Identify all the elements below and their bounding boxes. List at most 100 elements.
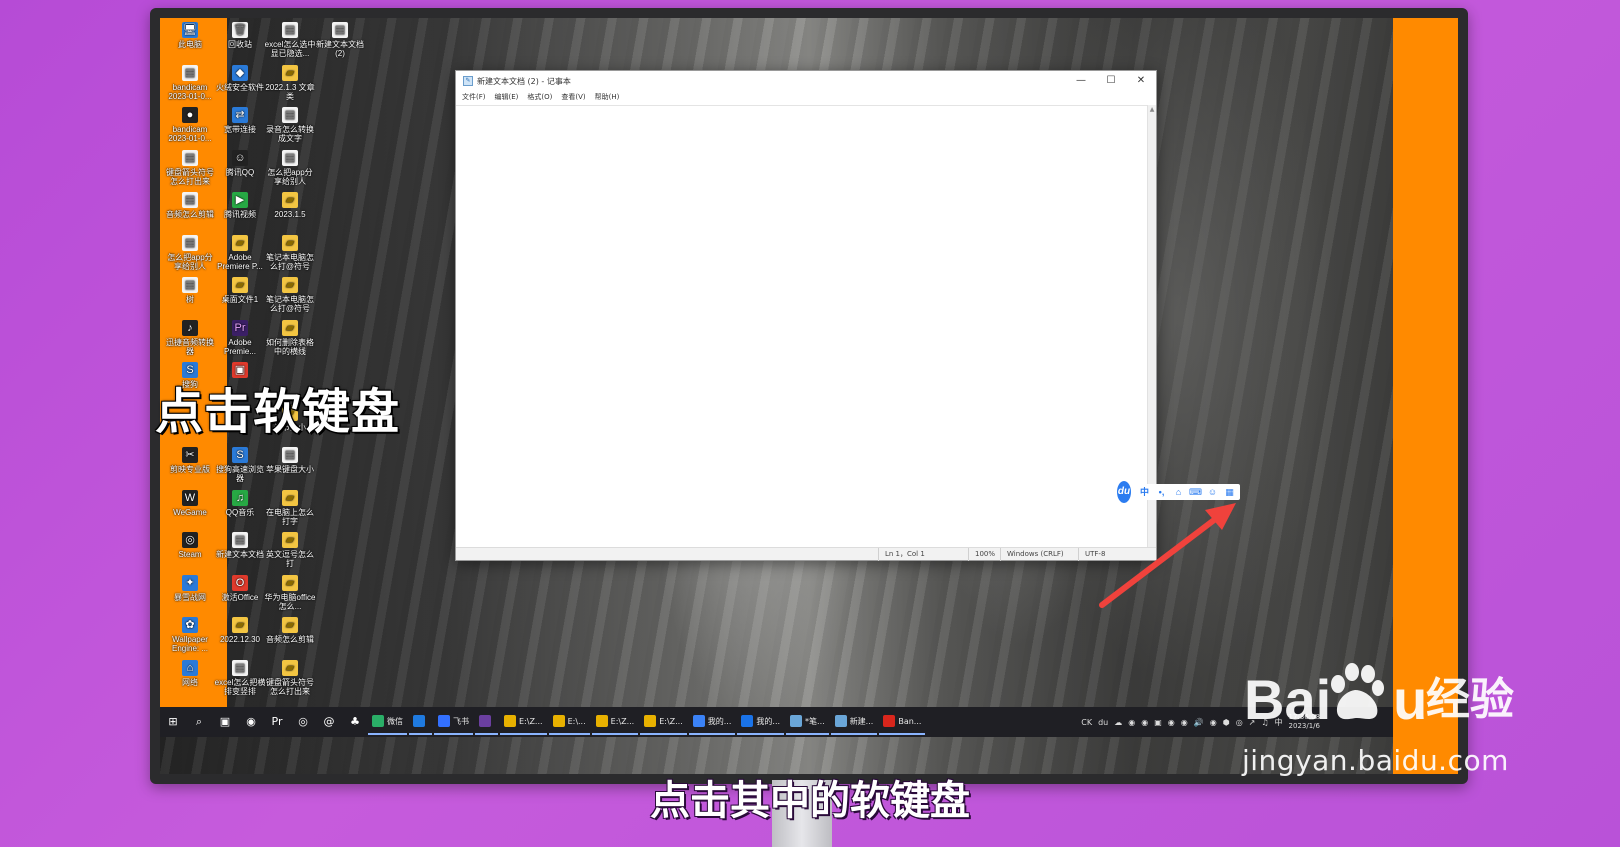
taskbar-window-button[interactable]: 我的... bbox=[737, 709, 785, 735]
desktop-icon[interactable]: ▤ excel怎么把横排变竖排 bbox=[214, 659, 266, 696]
ime-user-button[interactable]: ☺ bbox=[1204, 485, 1221, 499]
search-icon[interactable]: ⌕ bbox=[188, 711, 210, 733]
menu-format[interactable]: 格式(O) bbox=[527, 91, 552, 104]
notepad-text-area[interactable] bbox=[456, 105, 1148, 548]
tray-icon[interactable]: ☁ bbox=[1114, 718, 1122, 727]
tray-icon[interactable]: ◉ bbox=[1168, 718, 1175, 727]
desktop-icon[interactable]: W WeGame bbox=[164, 489, 216, 517]
desktop-icon[interactable]: ◆ 火绒安全软件 bbox=[214, 64, 266, 92]
desktop-icon[interactable]: ▰ Adobe Premiere P... bbox=[214, 234, 266, 271]
taskbar-window-button[interactable]: 微信 bbox=[368, 709, 407, 735]
desktop-icon[interactable]: ✦ 暴雪战网 bbox=[164, 574, 216, 602]
desktop-icon-glyph-icon: ✦ bbox=[182, 574, 198, 591]
tray-icon[interactable]: ▣ bbox=[1154, 718, 1162, 727]
ime-toolbox-button[interactable]: ⌂ bbox=[1170, 485, 1187, 499]
tray-icon[interactable]: ◉ bbox=[1141, 718, 1148, 727]
desktop-icon[interactable]: ✿ Wallpaper Engine: ... bbox=[164, 617, 216, 653]
desktop-icon[interactable]: ▤ 新建文本文档(2) bbox=[314, 22, 366, 58]
desktop-icon[interactable]: ☺ 腾讯QQ bbox=[214, 149, 266, 177]
taskbar-window-button[interactable]: Ban... bbox=[879, 709, 926, 735]
start-icon[interactable]: ⊞ bbox=[162, 711, 184, 733]
tray-icon[interactable]: 🔊 bbox=[1194, 718, 1204, 727]
app-green-icon[interactable]: ◉ bbox=[240, 711, 262, 733]
taskbar-window-button[interactable] bbox=[475, 709, 498, 735]
desktop-icon[interactable]: 🖥 此电脑 bbox=[164, 22, 216, 49]
desktop-icon[interactable]: ▤ 怎么把app分享给别人 bbox=[164, 234, 216, 271]
taskbar-window-button[interactable]: E:\Z... bbox=[500, 709, 547, 735]
chrome-icon[interactable]: ◎ bbox=[292, 711, 314, 733]
ime-punctuation-button[interactable]: •, bbox=[1153, 485, 1170, 499]
ime-logo-icon[interactable]: du bbox=[1117, 481, 1131, 503]
qq-icon[interactable]: ♣ bbox=[344, 711, 366, 733]
taskbar-window-button[interactable]: E:\Z... bbox=[640, 709, 687, 735]
desktop-icon[interactable]: ▰ 2022.12.30 bbox=[214, 617, 266, 644]
tray-icon[interactable]: ◉ bbox=[1128, 718, 1135, 727]
desktop-icon[interactable]: ▤ 音频怎么剪辑 bbox=[164, 192, 216, 219]
mail-icon[interactable]: @ bbox=[318, 711, 340, 733]
taskbar-window-button[interactable]: 新建... bbox=[830, 709, 878, 735]
minimize-button[interactable]: — bbox=[1066, 71, 1096, 91]
taskbar-window-button[interactable] bbox=[409, 709, 432, 735]
menu-edit[interactable]: 编辑(E) bbox=[495, 91, 519, 104]
desktop-icon[interactable]: ▤ bandicam 2023-01-0... bbox=[164, 64, 216, 101]
notepad-titlebar[interactable]: ✎ 新建文本文档 (2) - 记事本 — ☐ ✕ bbox=[456, 71, 1156, 91]
desktop-icon-label: 音频怎么剪辑 bbox=[266, 635, 314, 644]
notepad-menubar: 文件(F) 编辑(E) 格式(O) 查看(V) 帮助(H) bbox=[456, 91, 1156, 104]
desktop-icon[interactable]: Pr Adobe Premie... bbox=[214, 319, 266, 356]
desktop-icon[interactable]: ▤ 苹果键盘大小 bbox=[264, 447, 316, 474]
desktop-icon[interactable]: ▤ 键盘箭头符号怎么打出来 bbox=[164, 149, 216, 186]
photos-icon[interactable]: ▣ bbox=[214, 711, 236, 733]
desktop-icon[interactable]: ◎ Steam bbox=[164, 532, 216, 559]
desktop-icon-label: 暴雪战网 bbox=[174, 592, 206, 602]
desktop-icon[interactable]: 🗑 回收站 bbox=[214, 22, 266, 49]
taskbar-window-button[interactable]: 飞书 bbox=[434, 709, 473, 735]
desktop-icon[interactable]: ▤ 怎么把app分享给别人 bbox=[264, 149, 316, 186]
tray-icon[interactable]: du bbox=[1098, 718, 1108, 727]
tray-icon[interactable]: ◉ bbox=[1181, 718, 1188, 727]
scroll-up-icon[interactable]: ▲ bbox=[1148, 105, 1156, 114]
menu-file[interactable]: 文件(F) bbox=[462, 91, 486, 104]
desktop-icon[interactable]: ● bandicam 2023-01-0... bbox=[164, 107, 216, 143]
desktop-icon[interactable]: ▤ 录音怎么转换成文字 bbox=[264, 107, 316, 143]
ime-chinese-mode-button[interactable]: 中 bbox=[1136, 485, 1153, 499]
desktop-icon[interactable]: ▰ 桌面文件1 bbox=[214, 277, 266, 304]
desktop-icon[interactable]: ▰ 如何删除表格中的横线 bbox=[264, 319, 316, 356]
ime-menu-grid-button[interactable]: ▦ bbox=[1221, 485, 1238, 499]
tray-icon[interactable]: CK bbox=[1081, 718, 1092, 727]
desktop-icon[interactable]: ⇄ 宽带连接 bbox=[214, 107, 266, 134]
taskbar-window-button[interactable]: *笔... bbox=[786, 709, 829, 735]
desktop-icon[interactable]: ▰ 2023.1.5 bbox=[264, 192, 316, 219]
desktop-icon[interactable]: S 搜狗高速浏览器 bbox=[214, 447, 266, 483]
desktop-icon[interactable]: ⌂ 网络 bbox=[164, 659, 216, 687]
desktop-icon-label: 音频怎么剪辑 bbox=[166, 210, 214, 219]
desktop-icon[interactable]: ▰ 2022.1.3 文章类 bbox=[264, 64, 316, 101]
desktop-icon[interactable]: ▰ 键盘箭头符号怎么打出来 bbox=[264, 659, 316, 696]
premiere-icon[interactable]: Pr bbox=[266, 711, 288, 733]
desktop-icon[interactable]: ▰ 英文逗号怎么打 bbox=[264, 532, 316, 568]
desktop-icon[interactable]: ♫ QQ音乐 bbox=[214, 489, 266, 517]
desktop-icon[interactable]: ▤ 新建文本文档 bbox=[214, 532, 266, 559]
desktop-icon[interactable]: ▰ 音频怎么剪辑 bbox=[264, 617, 316, 644]
maximize-button[interactable]: ☐ bbox=[1096, 71, 1126, 91]
tray-icon[interactable]: ⬢ bbox=[1223, 718, 1230, 727]
taskbar-window-button[interactable]: E:\Z... bbox=[591, 709, 639, 735]
ime-soft-keyboard-button[interactable]: ⌨ bbox=[1187, 485, 1204, 499]
desktop-icon[interactable]: ▰ 笔记本电脑怎么打@符号 bbox=[264, 277, 316, 313]
tray-icon[interactable]: ◉ bbox=[1210, 718, 1217, 727]
desktop-icon[interactable]: O 激活Office bbox=[214, 574, 266, 602]
menu-view[interactable]: 查看(V) bbox=[561, 91, 585, 104]
taskbar-window-button[interactable]: E:\... bbox=[548, 709, 590, 735]
desktop-icon[interactable]: ▶ 腾讯视频 bbox=[214, 192, 266, 219]
desktop-icon-glyph-icon: ♫ bbox=[232, 489, 248, 506]
notepad-window[interactable]: ✎ 新建文本文档 (2) - 记事本 — ☐ ✕ 文件(F) 编辑(E) 格式(… bbox=[455, 70, 1157, 561]
desktop-icon[interactable]: ▤ excel怎么选中显已隐选... bbox=[264, 22, 316, 58]
desktop-icon[interactable]: ♪ 迅捷音频转换器 bbox=[164, 319, 216, 356]
desktop-icon[interactable]: ▰ 在电脑上怎么打字 bbox=[264, 489, 316, 526]
taskbar-window-button[interactable]: 我的... bbox=[688, 709, 736, 735]
close-button[interactable]: ✕ bbox=[1126, 71, 1156, 91]
desktop-icon[interactable]: ▰ 华为电脑office怎么... bbox=[264, 574, 316, 611]
desktop-icon[interactable]: ✂ 剪映专业版 bbox=[164, 447, 216, 474]
desktop-icon[interactable]: ▰ 笔记本电脑怎么打@符号 bbox=[264, 234, 316, 271]
desktop-icon[interactable]: ▤ 树 bbox=[164, 277, 216, 304]
menu-help[interactable]: 帮助(H) bbox=[595, 91, 620, 104]
